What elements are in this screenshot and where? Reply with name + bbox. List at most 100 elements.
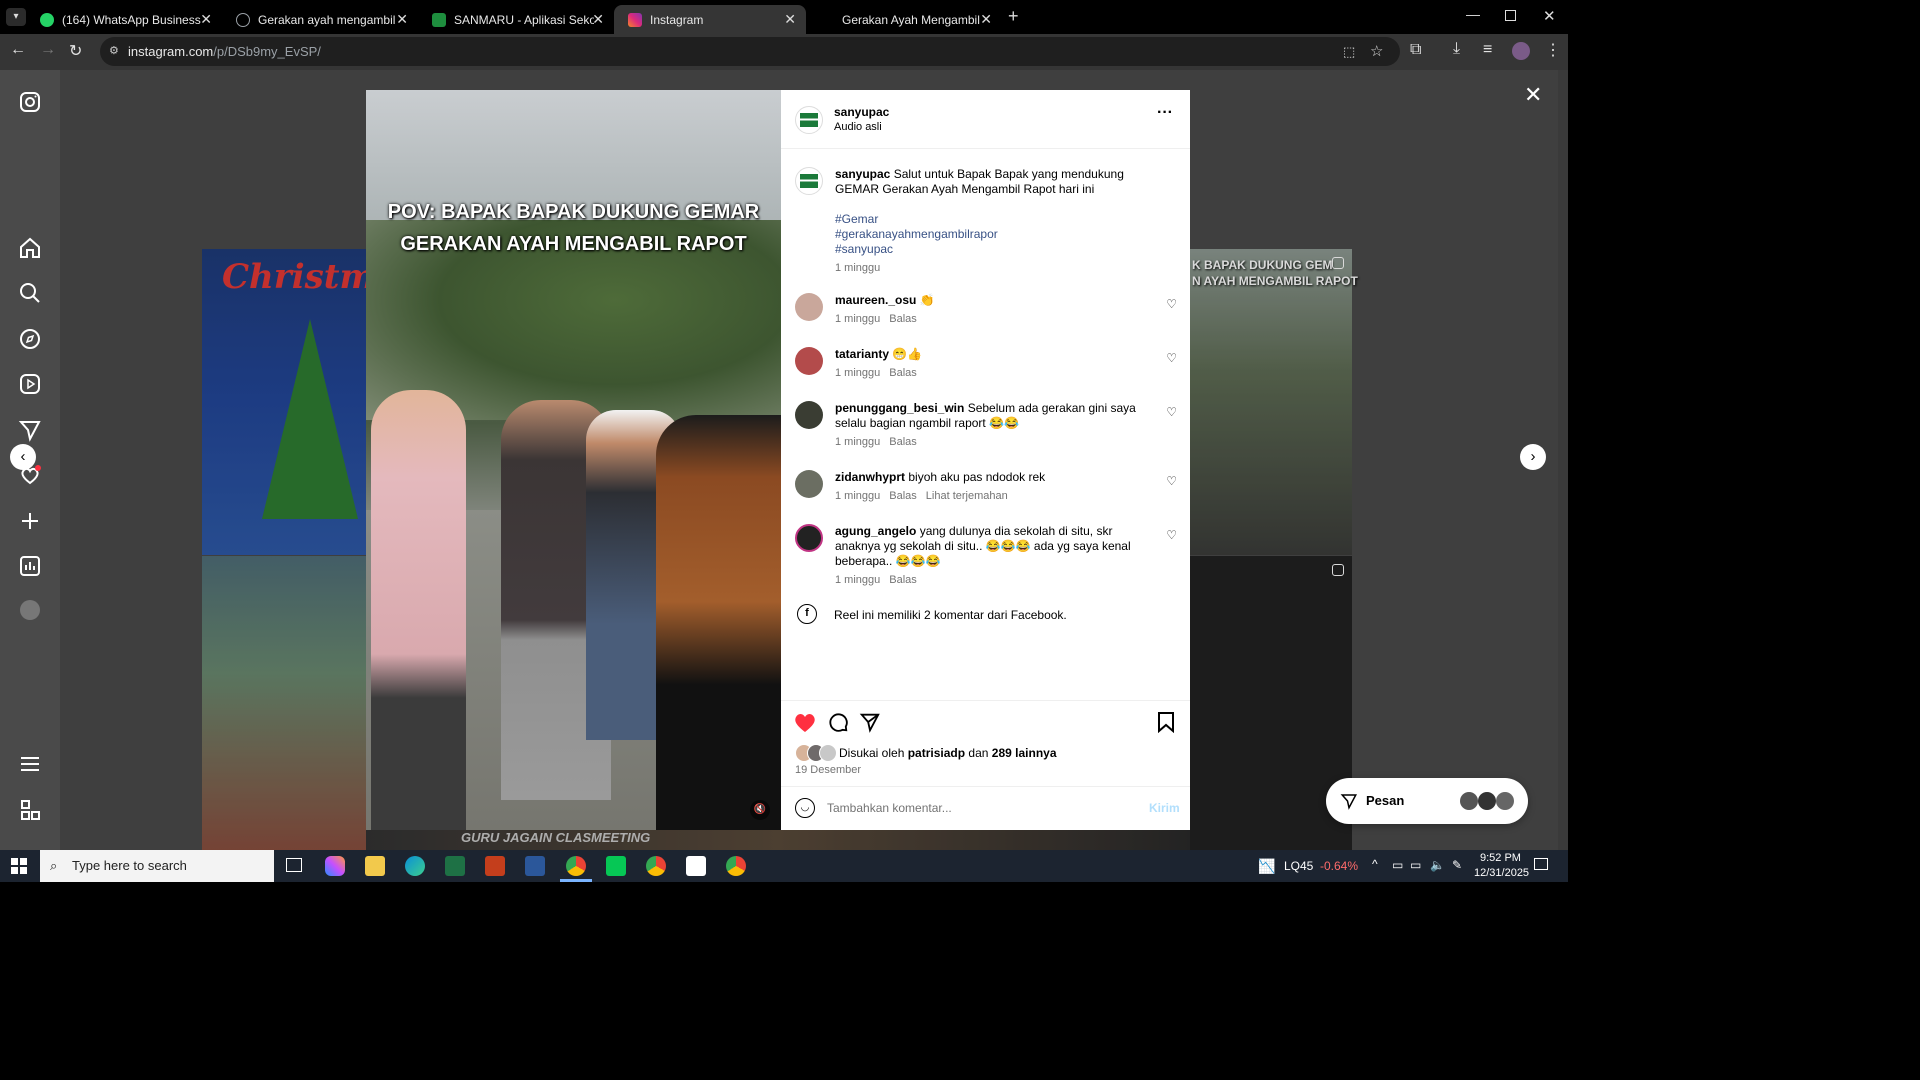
messages-pill[interactable]: Pesan (1326, 778, 1528, 824)
post-date[interactable]: 19 Desember (795, 764, 861, 776)
more-menu-icon[interactable] (18, 752, 42, 776)
capcut-icon[interactable] (686, 856, 706, 876)
task-view-icon[interactable] (286, 858, 302, 872)
tab-whatsapp[interactable]: (164) WhatsApp Business ✕ (26, 5, 222, 34)
author-username[interactable]: sanyupac (834, 105, 889, 119)
notifications-icon[interactable] (1534, 858, 1548, 870)
hashtag-link[interactable]: #Gemar (835, 212, 1157, 227)
network-icon[interactable]: ▭ (1392, 858, 1403, 872)
taskbar-search[interactable]: ⌕ Type here to search (40, 850, 274, 882)
emoji-icon[interactable]: ◡ (795, 798, 815, 818)
powerpoint-icon[interactable] (485, 856, 505, 876)
hashtag-link[interactable]: #gerakanayahmengambilrapor (835, 227, 1157, 242)
bookmark-star-icon[interactable]: ☆ (1370, 37, 1383, 66)
reload-button[interactable]: ↻ (69, 41, 82, 61)
reply-link[interactable]: Balas (889, 490, 917, 502)
author-avatar[interactable] (795, 106, 823, 134)
commenter-avatar[interactable] (795, 293, 823, 321)
create-icon[interactable] (18, 509, 42, 533)
new-tab-button[interactable]: + (1008, 6, 1019, 27)
next-post-button[interactable]: › (1520, 444, 1546, 470)
messages-icon[interactable] (18, 418, 42, 442)
extensions-icon[interactable]: ⧉ (1410, 41, 1421, 59)
tab-instagram[interactable]: Instagram ✕ (614, 5, 806, 34)
close-tab-icon[interactable]: ✕ (396, 11, 408, 28)
reply-link[interactable]: Balas (889, 313, 917, 325)
like-comment-icon[interactable]: ♡ (1166, 474, 1177, 488)
like-comment-icon[interactable]: ♡ (1166, 405, 1177, 419)
tab-gerakan-2[interactable]: Gerakan Ayah Mengambil Rapo ✕ (806, 5, 1002, 34)
browser-menu-icon[interactable]: ⋮ (1545, 40, 1561, 60)
reply-link[interactable]: Balas (889, 574, 917, 586)
reels-icon[interactable] (18, 372, 42, 396)
chrome-profile-2-icon[interactable] (726, 856, 746, 876)
likes-count[interactable]: 289 lainnya (992, 746, 1057, 760)
stock-change[interactable]: -0.64% (1320, 859, 1358, 873)
hashtag-link[interactable]: #sanyupac (835, 242, 1157, 257)
liker-avatars[interactable] (795, 744, 837, 762)
commenter-avatar[interactable] (795, 401, 823, 429)
more-options-icon[interactable]: ··· (1157, 104, 1173, 122)
like-comment-icon[interactable]: ♡ (1166, 297, 1177, 311)
word-icon[interactable] (525, 856, 545, 876)
like-comment-icon[interactable]: ♡ (1166, 528, 1177, 542)
comment-username[interactable]: tatarianty (835, 347, 889, 361)
comment-input[interactable]: Tambahkan komentar... (827, 801, 1127, 815)
volume-icon[interactable]: 🔈 (1430, 858, 1445, 872)
profile-avatar[interactable] (20, 600, 40, 620)
close-tab-icon[interactable]: ✕ (200, 11, 212, 28)
close-modal-button[interactable]: ✕ (1524, 82, 1542, 108)
file-explorer-icon[interactable] (365, 856, 385, 876)
save-icon[interactable] (1156, 711, 1176, 733)
home-icon[interactable] (18, 236, 42, 260)
download-icon[interactable]: ⤓ (1453, 40, 1460, 58)
commenter-avatar[interactable] (795, 470, 823, 498)
back-button[interactable]: ← (10, 41, 26, 59)
stock-ticker[interactable]: LQ45 (1284, 859, 1313, 873)
also-from-meta-icon[interactable] (18, 798, 42, 822)
share-icon[interactable] (859, 711, 881, 733)
commenter-avatar[interactable] (795, 347, 823, 375)
mute-icon[interactable]: 🔇 (750, 800, 770, 820)
dashboard-icon[interactable] (18, 554, 42, 578)
excel-icon[interactable] (445, 856, 465, 876)
instagram-logo-icon[interactable] (18, 90, 42, 114)
comment-icon[interactable] (827, 711, 849, 733)
close-tab-icon[interactable]: ✕ (592, 11, 604, 28)
comment-username[interactable]: agung_angelo (835, 524, 916, 538)
media-control-icon[interactable]: ≡ (1483, 41, 1492, 59)
close-tab-icon[interactable]: ✕ (784, 11, 796, 28)
tray-overflow-icon[interactable]: ^ (1372, 857, 1378, 871)
url-bar[interactable]: ⚙ instagram.com/p/DSb9my_EvSP/ ⬚ ☆ (100, 37, 1400, 66)
minimize-button[interactable]: — (1466, 6, 1480, 22)
copilot-icon[interactable] (325, 856, 345, 876)
close-window-button[interactable]: ✕ (1543, 7, 1556, 25)
clock-date[interactable]: 12/31/2025 (1474, 867, 1529, 879)
chrome-profile-icon[interactable] (646, 856, 666, 876)
edge-icon[interactable] (405, 856, 425, 876)
install-app-icon[interactable]: ⬚ (1343, 37, 1355, 66)
comment-username[interactable]: zidanwhyprt (835, 470, 905, 484)
previous-post-button[interactable]: ‹ (10, 444, 36, 470)
search-icon[interactable] (18, 281, 42, 305)
reply-link[interactable]: Balas (889, 436, 917, 448)
author-avatar[interactable] (795, 167, 823, 195)
start-button[interactable] (11, 858, 27, 874)
likes-user[interactable]: patrisiadp (908, 746, 965, 760)
tab-sanmaru[interactable]: SANMARU - Aplikasi Sekolah S ✕ (418, 5, 614, 34)
line-app-icon[interactable] (606, 856, 626, 876)
send-comment-button[interactable]: Kirim (1149, 801, 1180, 815)
tab-list-dropdown-button[interactable]: ▾ (6, 8, 26, 26)
forward-button[interactable]: → (40, 41, 56, 59)
liked-heart-icon[interactable] (793, 711, 817, 733)
profile-avatar[interactable] (1512, 42, 1530, 60)
facebook-comments-note[interactable]: Reel ini memiliki 2 komentar dari Facebo… (834, 608, 1067, 622)
comment-username[interactable]: penunggang_besi_win (835, 401, 964, 415)
clock-time[interactable]: 9:52 PM (1480, 852, 1521, 864)
like-comment-icon[interactable]: ♡ (1166, 351, 1177, 365)
restore-button[interactable] (1505, 10, 1516, 21)
pen-icon[interactable]: ✎ (1452, 858, 1462, 872)
audio-label[interactable]: Audio asli (834, 121, 882, 133)
explore-icon[interactable] (18, 327, 42, 351)
commenter-avatar[interactable] (795, 524, 823, 552)
